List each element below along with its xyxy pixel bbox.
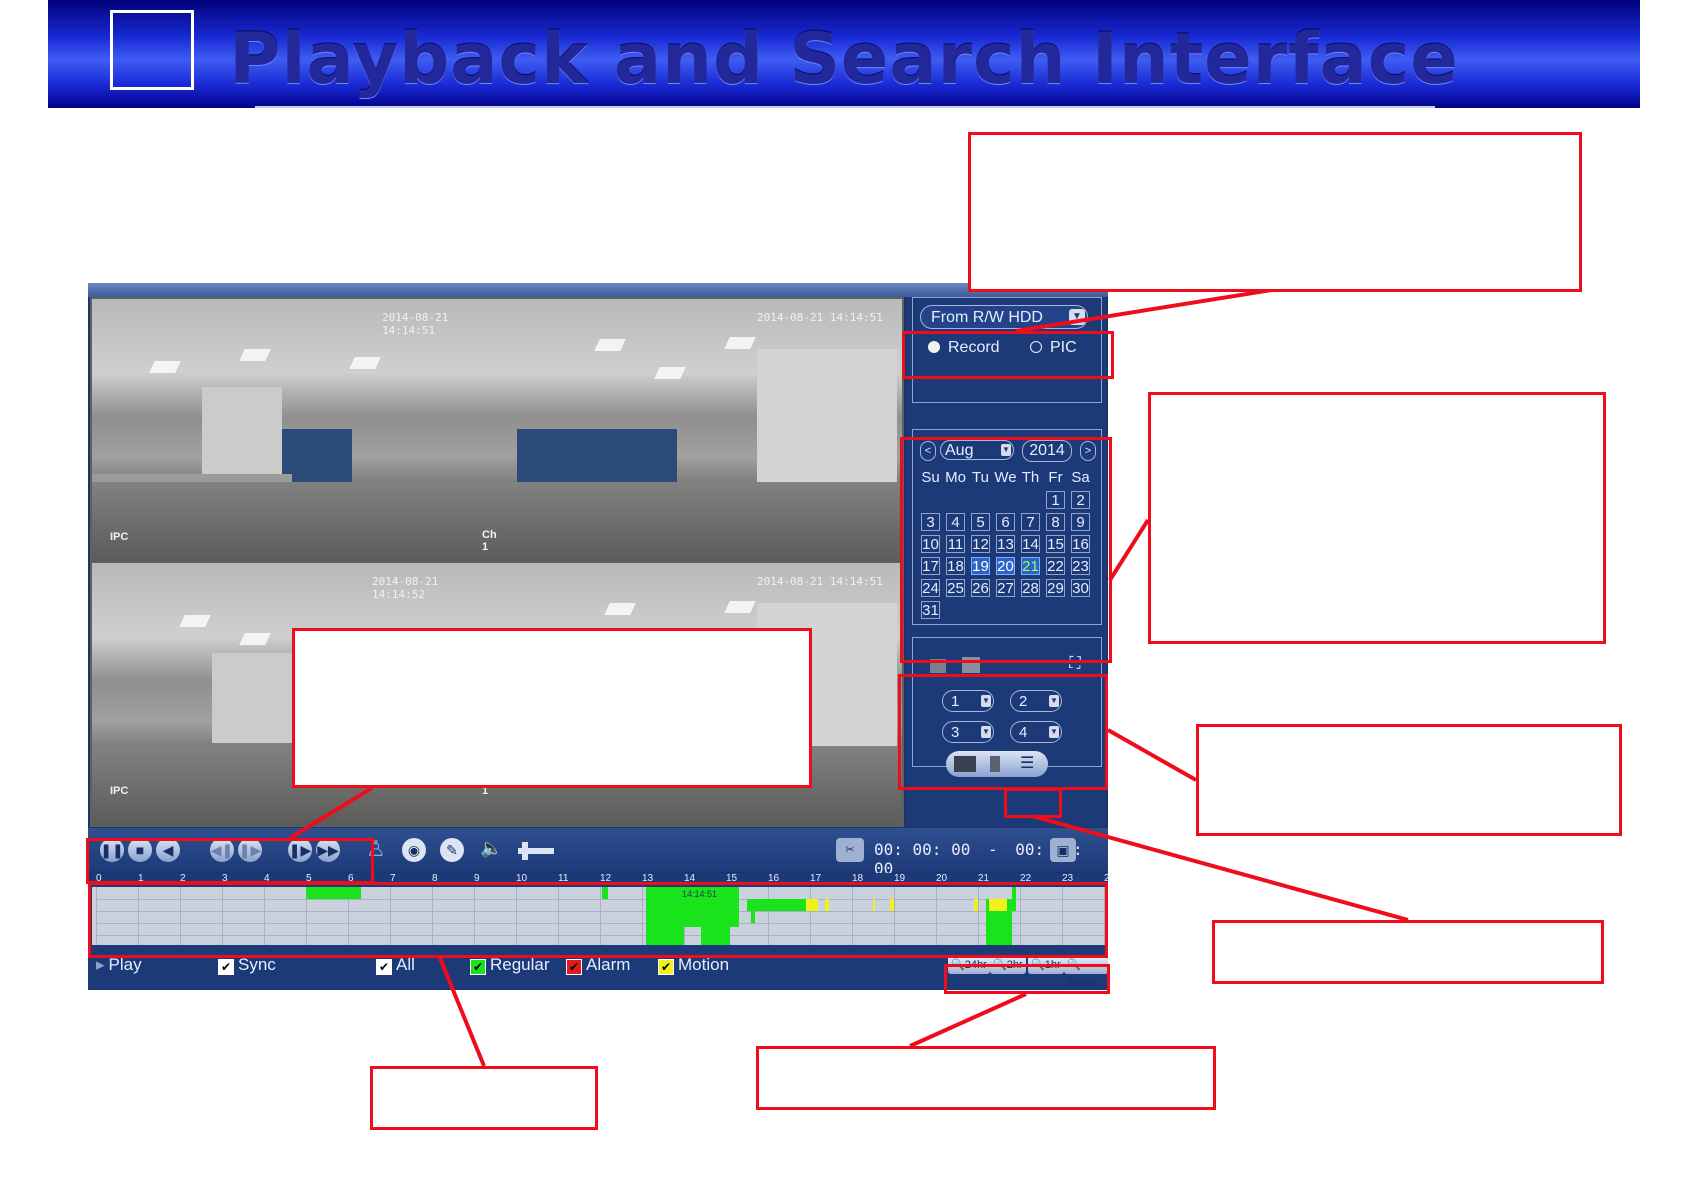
source-select-value: From R/W HDD: [931, 309, 1043, 326]
video-cell-1[interactable]: 2014-08-21 14:14:51 IPC Channel 1: [92, 299, 497, 562]
highlight-calendar: [900, 437, 1112, 663]
callout-box-playback: [292, 628, 812, 788]
ceiling-light: [239, 349, 271, 361]
volume-icon[interactable]: 🔈: [480, 838, 502, 859]
ceiling-light: [594, 339, 626, 351]
clip-button[interactable]: ✂: [836, 838, 864, 862]
chevron-down-icon: ▼: [1069, 309, 1085, 325]
callout-box-time-bar: [370, 1066, 598, 1130]
video-channel-label: Channel 1: [482, 529, 497, 553]
ceiling-light: [724, 601, 756, 613]
camera-icon: ◉: [407, 842, 421, 858]
checkbox-checked-icon: ✔: [566, 959, 582, 975]
ceiling-light: [604, 603, 636, 615]
video-left-label: IPC: [110, 785, 129, 797]
callout-box-zoom: [756, 1046, 1216, 1110]
ceiling-light: [149, 361, 181, 373]
callout-box-channel: [1196, 724, 1622, 836]
save-icon: ▣: [1056, 842, 1070, 858]
highlight-time-bar: [88, 882, 1108, 958]
banner-divider: [255, 106, 1435, 108]
ceiling-light: [654, 367, 686, 379]
volume-thumb[interactable]: [522, 842, 528, 860]
play-status: ▸ Play: [96, 955, 142, 975]
video-left-label: IPC: [110, 531, 129, 543]
all-checkbox[interactable]: ✔ All: [376, 955, 415, 975]
clip-time-separator: -: [987, 840, 998, 859]
window-titlebar: [88, 283, 1108, 297]
highlight-channel-select: [898, 674, 1108, 790]
highlight-record-type: [902, 331, 1114, 379]
ceiling-light: [724, 337, 756, 349]
video-cell-2[interactable]: 2014-08-21 14:14:51: [497, 299, 902, 562]
highlight-zoom-buttons: [944, 964, 1110, 994]
slide-title: Playback and Search Interface: [229, 18, 1459, 100]
video-timestamp: 2014-08-21 14:14:51: [757, 575, 883, 588]
slide-banner: Playback and Search Interface: [48, 0, 1640, 108]
motion-checkbox[interactable]: ✔ Motion: [658, 955, 729, 975]
backup-button[interactable]: ▣: [1050, 838, 1076, 862]
floor: [92, 482, 497, 562]
ceiling-light: [179, 615, 211, 627]
clip-start-time: 00: 00: 00: [874, 840, 971, 859]
alarm-checkbox[interactable]: ✔ Alarm: [566, 955, 630, 975]
source-select[interactable]: From R/W HDD ▼: [920, 305, 1088, 329]
wall: [202, 387, 282, 477]
callout-box-source: [968, 132, 1582, 292]
video-timestamp: 2014-08-21 14:14:52: [372, 575, 439, 601]
ceiling-light: [349, 357, 381, 369]
checkbox-checked-icon: ✔: [218, 959, 234, 975]
checkbox-checked-icon: ✔: [376, 959, 392, 975]
highlight-file-list: [1004, 788, 1062, 818]
callout-box-file-list: [1212, 920, 1604, 984]
callout-box-calendar: [1148, 392, 1606, 644]
floor: [497, 482, 902, 562]
pin-icon: ✎: [446, 842, 458, 858]
video-timestamp: 2014-08-21 14:14:51: [382, 311, 449, 337]
wall: [212, 653, 292, 743]
checkbox-checked-icon: ✔: [470, 959, 486, 975]
video-timestamp: 2014-08-21 14:14:51: [757, 311, 883, 324]
volume-slider[interactable]: [518, 842, 554, 860]
scissors-icon: ✂: [845, 844, 855, 856]
ceiling-light: [239, 633, 271, 645]
sync-checkbox[interactable]: ✔ Sync: [218, 955, 276, 975]
mark-button[interactable]: ✎: [440, 838, 464, 862]
regular-checkbox[interactable]: ✔ Regular: [470, 955, 550, 975]
snapshot-button[interactable]: ◉: [402, 838, 426, 862]
checkbox-checked-icon: ✔: [658, 959, 674, 975]
highlight-playback-controls: [86, 838, 374, 884]
